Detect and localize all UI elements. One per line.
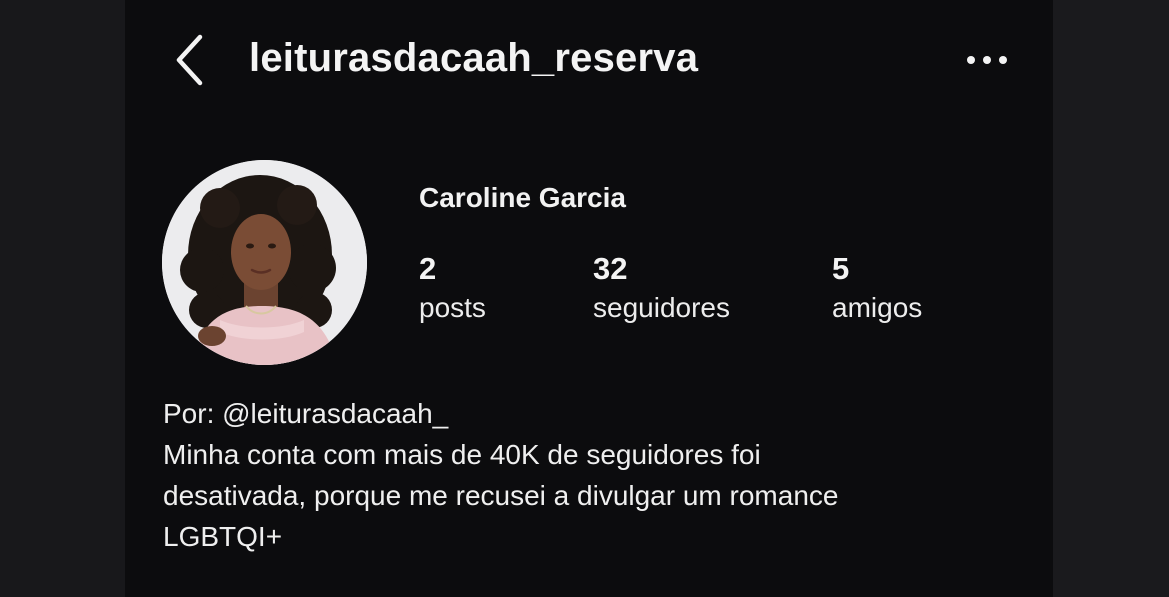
stat-friends-count: 5 <box>832 251 850 286</box>
bio-line: Minha conta com mais de 40K de seguidore… <box>163 439 761 470</box>
chevron-left-icon <box>176 34 203 86</box>
stat-followers-label: seguidores <box>593 292 730 323</box>
stat-posts-label: posts <box>419 292 486 323</box>
stat-followers-count: 32 <box>593 251 628 286</box>
stat-followers[interactable]: 32 seguidores <box>593 250 730 328</box>
background-left-margin <box>0 0 125 597</box>
bio-line: desativada, porque me recusei a divulgar… <box>163 480 839 511</box>
profile-display-name: Caroline Garcia <box>419 182 626 213</box>
stat-posts-count: 2 <box>419 251 437 286</box>
profile-screen: leiturasdacaah_reserva Caroline Garcia 2… <box>125 0 1053 597</box>
top-bar: leiturasdacaah_reserva <box>125 0 1053 120</box>
stat-posts[interactable]: 2 posts <box>419 250 486 328</box>
more-horizontal-icon <box>967 56 1007 64</box>
avatar-photo <box>162 160 367 365</box>
back-button[interactable] <box>165 30 215 90</box>
profile-bio: Por: @leiturasdacaah_ Minha conta com ma… <box>163 393 1023 557</box>
bio-line: LGBTQI+ <box>163 521 283 552</box>
stat-friends[interactable]: 5 amigos <box>832 250 922 328</box>
avatar[interactable] <box>162 160 367 365</box>
bio-line-credit: Por: @leiturasdacaah_ <box>163 398 449 429</box>
stat-friends-label: amigos <box>832 292 923 323</box>
background-right-margin <box>1053 0 1169 597</box>
more-options-button[interactable] <box>963 42 1011 78</box>
page-title-username: leiturasdacaah_reserva <box>249 36 699 80</box>
